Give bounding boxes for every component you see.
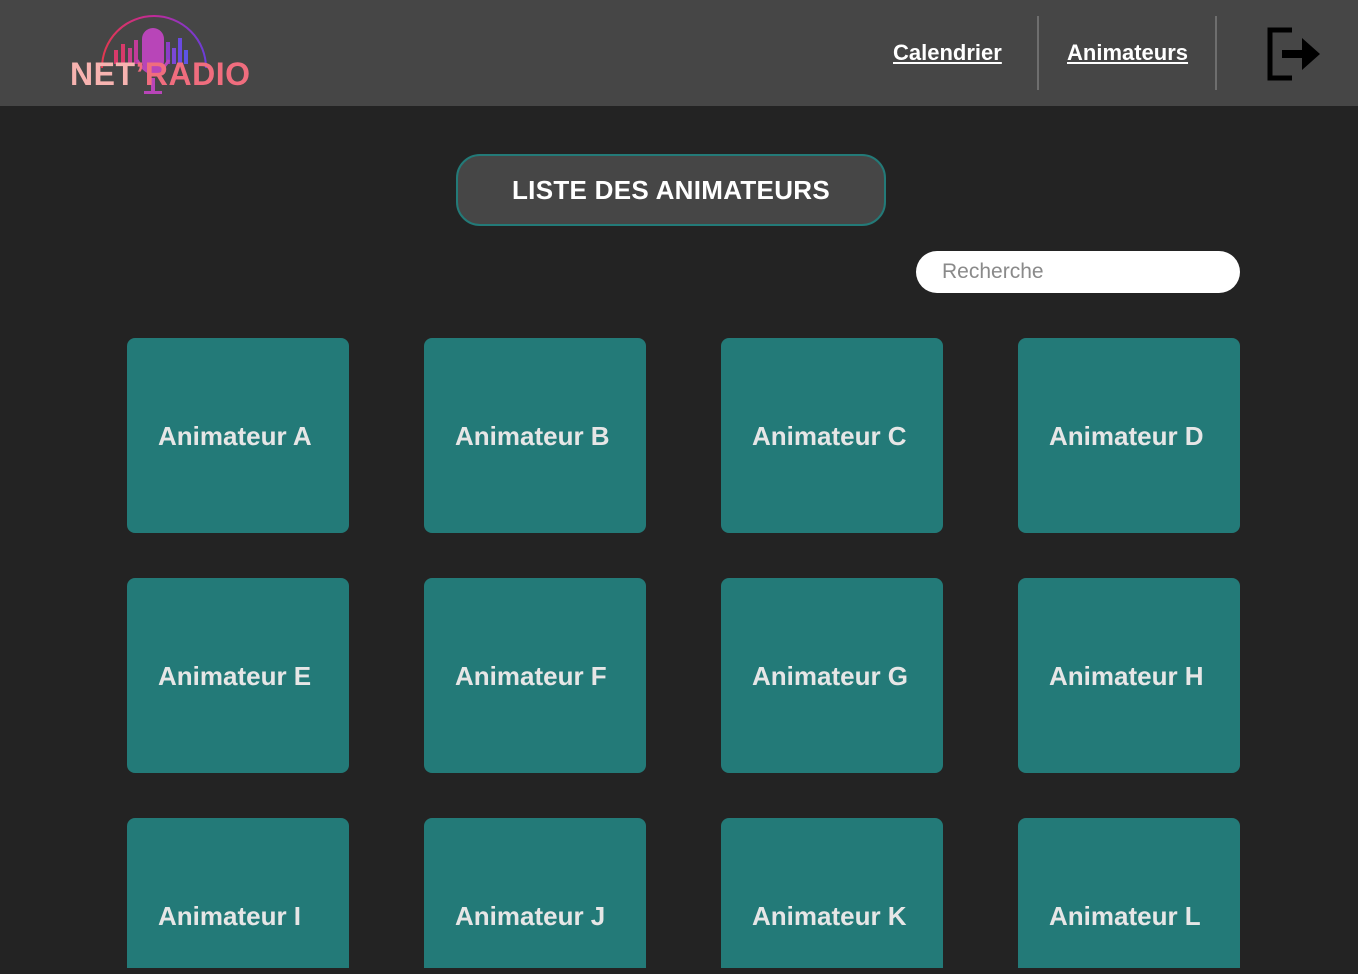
animateur-card[interactable]: Animateur L [1018, 818, 1240, 968]
animateur-name: Animateur D [1049, 421, 1204, 451]
animateur-name: Animateur K [752, 901, 907, 931]
animateur-card[interactable]: Animateur G [721, 578, 943, 773]
animateur-card[interactable]: Animateur C [721, 338, 943, 533]
animateur-card[interactable]: Animateur D [1018, 338, 1240, 533]
animateur-card[interactable]: Animateur H [1018, 578, 1240, 773]
animateur-card[interactable]: Animateur A [127, 338, 349, 533]
animateur-card[interactable]: Animateur E [127, 578, 349, 773]
animateur-name: Animateur L [1049, 901, 1201, 931]
animateur-name: Animateur C [752, 421, 907, 451]
animateur-name: Animateur J [455, 901, 606, 931]
animateur-card[interactable]: Animateur J [424, 818, 646, 968]
animateur-name: Animateur E [158, 661, 312, 691]
animateurs-grid: Animateur A Animateur B Animateur C Anim… [0, 0, 1358, 974]
animateur-name: Animateur F [455, 661, 607, 691]
animateur-card[interactable]: Animateur F [424, 578, 646, 773]
animateur-card[interactable]: Animateur I [127, 818, 349, 968]
animateur-name: Animateur H [1049, 661, 1204, 691]
animateur-name: Animateur G [752, 661, 909, 691]
animateur-card[interactable]: Animateur K [721, 818, 943, 968]
animateur-name: Animateur I [158, 901, 302, 931]
animateur-name: Animateur B [455, 421, 610, 451]
animateur-name: Animateur A [158, 421, 312, 451]
animateur-card[interactable]: Animateur B [424, 338, 646, 533]
